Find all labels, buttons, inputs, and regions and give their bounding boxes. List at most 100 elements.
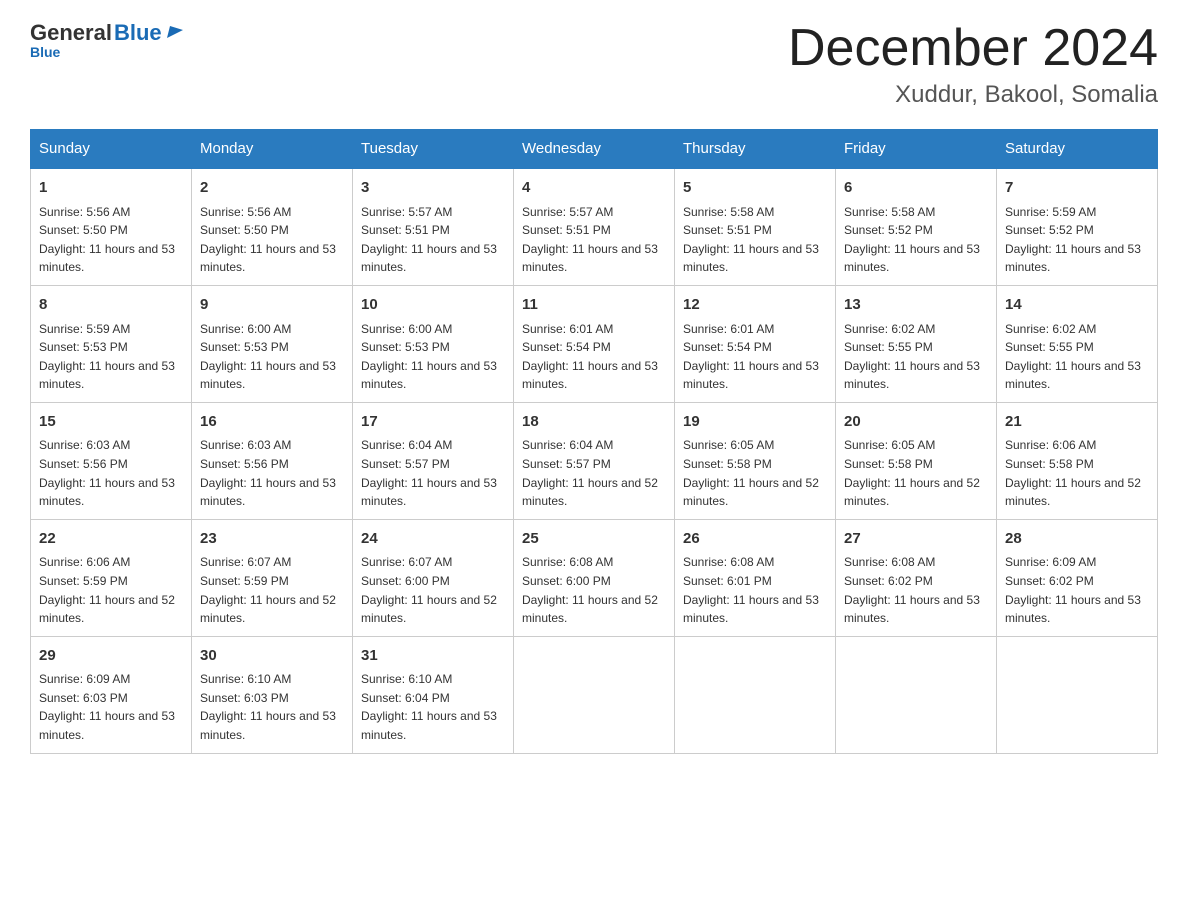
calendar-cell: 26Sunrise: 6:08 AMSunset: 6:01 PMDayligh… bbox=[675, 519, 836, 636]
day-info: Sunrise: 6:08 AMSunset: 6:00 PMDaylight:… bbox=[522, 553, 666, 627]
day-info: Sunrise: 5:59 AMSunset: 5:52 PMDaylight:… bbox=[1005, 203, 1149, 277]
calendar-cell: 18Sunrise: 6:04 AMSunset: 5:57 PMDayligh… bbox=[514, 402, 675, 519]
day-number: 2 bbox=[200, 177, 344, 200]
calendar-cell: 12 Sunrise: 6:01 AMSunset: 5:54 PMDayligh… bbox=[675, 286, 836, 403]
logo-general-text: General bbox=[30, 20, 112, 46]
day-header-thursday: Thursday bbox=[675, 130, 836, 169]
day-number: 27 bbox=[844, 528, 988, 551]
week-row-3: 15Sunrise: 6:03 AMSunset: 5:56 PMDayligh… bbox=[31, 402, 1158, 519]
week-row-5: 29Sunrise: 6:09 AMSunset: 6:03 PMDayligh… bbox=[31, 636, 1158, 753]
calendar-cell: 23Sunrise: 6:07 AMSunset: 5:59 PMDayligh… bbox=[192, 519, 353, 636]
logo-blue-text: Blue bbox=[114, 20, 162, 46]
calendar-cell: 9 Sunrise: 6:00 AMSunset: 5:53 PMDaylight… bbox=[192, 286, 353, 403]
calendar-cell: 2 Sunrise: 5:56 AMSunset: 5:50 PMDaylight… bbox=[192, 168, 353, 285]
calendar-cell: 24Sunrise: 6:07 AMSunset: 6:00 PMDayligh… bbox=[353, 519, 514, 636]
calendar-cell: 19Sunrise: 6:05 AMSunset: 5:58 PMDayligh… bbox=[675, 402, 836, 519]
day-number: 19 bbox=[683, 411, 827, 434]
day-number: 20 bbox=[844, 411, 988, 434]
calendar-cell: 16Sunrise: 6:03 AMSunset: 5:56 PMDayligh… bbox=[192, 402, 353, 519]
day-info: Sunrise: 5:58 AMSunset: 5:51 PMDaylight:… bbox=[683, 203, 827, 277]
day-number: 13 bbox=[844, 294, 988, 317]
day-number: 5 bbox=[683, 177, 827, 200]
calendar-cell bbox=[997, 636, 1158, 753]
calendar-cell: 15Sunrise: 6:03 AMSunset: 5:56 PMDayligh… bbox=[31, 402, 192, 519]
day-info: Sunrise: 6:03 AMSunset: 5:56 PMDaylight:… bbox=[200, 436, 344, 510]
day-info: Sunrise: 6:01 AMSunset: 5:54 PMDaylight:… bbox=[522, 320, 666, 394]
day-number: 29 bbox=[39, 645, 183, 668]
calendar-cell: 4Sunrise: 5:57 AMSunset: 5:51 PMDaylight… bbox=[514, 168, 675, 285]
week-row-4: 22Sunrise: 6:06 AMSunset: 5:59 PMDayligh… bbox=[31, 519, 1158, 636]
day-info: Sunrise: 6:03 AMSunset: 5:56 PMDaylight:… bbox=[39, 436, 183, 510]
day-info: Sunrise: 6:05 AMSunset: 5:58 PMDaylight:… bbox=[844, 436, 988, 510]
page-header: General Blue Blue December 2024 Xuddur, … bbox=[30, 20, 1158, 109]
day-number: 12 bbox=[683, 294, 827, 317]
day-header-sunday: Sunday bbox=[31, 130, 192, 169]
day-number: 6 bbox=[844, 177, 988, 200]
day-info: Sunrise: 5:56 AMSunset: 5:50 PMDaylight:… bbox=[200, 203, 344, 277]
day-info: Sunrise: 6:08 AMSunset: 6:02 PMDaylight:… bbox=[844, 553, 988, 627]
day-info: Sunrise: 6:04 AMSunset: 5:57 PMDaylight:… bbox=[522, 436, 666, 510]
day-number: 26 bbox=[683, 528, 827, 551]
day-number: 22 bbox=[39, 528, 183, 551]
day-number: 3 bbox=[361, 177, 505, 200]
day-info: Sunrise: 6:09 AMSunset: 6:02 PMDaylight:… bbox=[1005, 553, 1149, 627]
calendar-cell: 25Sunrise: 6:08 AMSunset: 6:00 PMDayligh… bbox=[514, 519, 675, 636]
day-number: 15 bbox=[39, 411, 183, 434]
calendar-cell: 31Sunrise: 6:10 AMSunset: 6:04 PMDayligh… bbox=[353, 636, 514, 753]
day-info: Sunrise: 6:08 AMSunset: 6:01 PMDaylight:… bbox=[683, 553, 827, 627]
calendar-cell bbox=[836, 636, 997, 753]
day-info: Sunrise: 6:02 AMSunset: 5:55 PMDaylight:… bbox=[1005, 320, 1149, 394]
day-number: 17 bbox=[361, 411, 505, 434]
day-info: Sunrise: 6:10 AMSunset: 6:03 PMDaylight:… bbox=[200, 670, 344, 744]
calendar-cell: 3 Sunrise: 5:57 AMSunset: 5:51 PMDaylight… bbox=[353, 168, 514, 285]
calendar-cell: 30Sunrise: 6:10 AMSunset: 6:03 PMDayligh… bbox=[192, 636, 353, 753]
day-number: 10 bbox=[361, 294, 505, 317]
calendar-cell: 11Sunrise: 6:01 AMSunset: 5:54 PMDayligh… bbox=[514, 286, 675, 403]
day-info: Sunrise: 6:06 AMSunset: 5:59 PMDaylight:… bbox=[39, 553, 183, 627]
day-number: 1 bbox=[39, 177, 183, 200]
week-row-2: 8Sunrise: 5:59 AMSunset: 5:53 PMDaylight… bbox=[31, 286, 1158, 403]
day-number: 16 bbox=[200, 411, 344, 434]
day-info: Sunrise: 5:57 AMSunset: 5:51 PMDaylight:… bbox=[361, 203, 505, 277]
title-section: December 2024 Xuddur, Bakool, Somalia bbox=[788, 20, 1158, 109]
logo: General Blue Blue bbox=[30, 20, 183, 62]
day-number: 18 bbox=[522, 411, 666, 434]
day-header-monday: Monday bbox=[192, 130, 353, 169]
day-number: 9 bbox=[200, 294, 344, 317]
calendar-cell: 22Sunrise: 6:06 AMSunset: 5:59 PMDayligh… bbox=[31, 519, 192, 636]
calendar-cell: 10 Sunrise: 6:00 AMSunset: 5:53 PMDayligh… bbox=[353, 286, 514, 403]
day-info: Sunrise: 6:07 AMSunset: 6:00 PMDaylight:… bbox=[361, 553, 505, 627]
calendar-cell: 8Sunrise: 5:59 AMSunset: 5:53 PMDaylight… bbox=[31, 286, 192, 403]
logo-triangle-icon bbox=[165, 24, 183, 40]
day-number: 7 bbox=[1005, 177, 1149, 200]
day-info: Sunrise: 5:59 AMSunset: 5:53 PMDaylight:… bbox=[39, 320, 183, 394]
calendar-cell: 28Sunrise: 6:09 AMSunset: 6:02 PMDayligh… bbox=[997, 519, 1158, 636]
day-info: Sunrise: 6:04 AMSunset: 5:57 PMDaylight:… bbox=[361, 436, 505, 510]
day-number: 14 bbox=[1005, 294, 1149, 317]
day-info: Sunrise: 6:00 AMSunset: 5:53 PMDaylight:… bbox=[200, 320, 344, 394]
day-header-tuesday: Tuesday bbox=[353, 130, 514, 169]
calendar-cell: 27Sunrise: 6:08 AMSunset: 6:02 PMDayligh… bbox=[836, 519, 997, 636]
day-header-friday: Friday bbox=[836, 130, 997, 169]
day-info: Sunrise: 6:10 AMSunset: 6:04 PMDaylight:… bbox=[361, 670, 505, 744]
day-info: Sunrise: 5:57 AMSunset: 5:51 PMDaylight:… bbox=[522, 203, 666, 277]
calendar-cell bbox=[675, 636, 836, 753]
day-info: Sunrise: 6:01 AMSunset: 5:54 PMDaylight:… bbox=[683, 320, 827, 394]
day-header-wednesday: Wednesday bbox=[514, 130, 675, 169]
calendar-cell: 20Sunrise: 6:05 AMSunset: 5:58 PMDayligh… bbox=[836, 402, 997, 519]
day-number: 28 bbox=[1005, 528, 1149, 551]
calendar-cell: 17Sunrise: 6:04 AMSunset: 5:57 PMDayligh… bbox=[353, 402, 514, 519]
logo-subtitle: Blue bbox=[30, 44, 60, 60]
calendar-header-row: SundayMondayTuesdayWednesdayThursdayFrid… bbox=[31, 130, 1158, 169]
day-info: Sunrise: 6:02 AMSunset: 5:55 PMDaylight:… bbox=[844, 320, 988, 394]
day-info: Sunrise: 5:58 AMSunset: 5:52 PMDaylight:… bbox=[844, 203, 988, 277]
calendar-cell: 1 Sunrise: 5:56 AMSunset: 5:50 PMDaylight… bbox=[31, 168, 192, 285]
day-number: 25 bbox=[522, 528, 666, 551]
day-info: Sunrise: 6:07 AMSunset: 5:59 PMDaylight:… bbox=[200, 553, 344, 627]
day-header-saturday: Saturday bbox=[997, 130, 1158, 169]
day-number: 21 bbox=[1005, 411, 1149, 434]
calendar-cell: 5 Sunrise: 5:58 AMSunset: 5:51 PMDaylight… bbox=[675, 168, 836, 285]
day-info: Sunrise: 5:56 AMSunset: 5:50 PMDaylight:… bbox=[39, 203, 183, 277]
day-info: Sunrise: 6:00 AMSunset: 5:53 PMDaylight:… bbox=[361, 320, 505, 394]
location-title: Xuddur, Bakool, Somalia bbox=[788, 81, 1158, 109]
